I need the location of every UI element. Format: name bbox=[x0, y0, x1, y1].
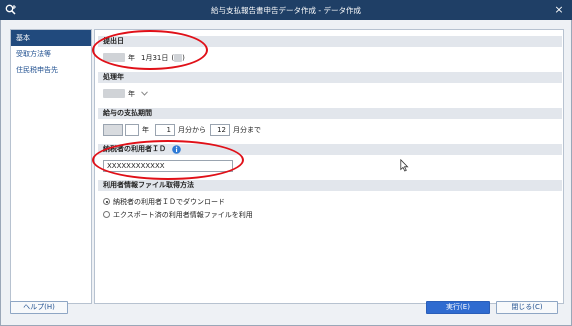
payment-era-field[interactable] bbox=[103, 123, 123, 136]
user-id-header-label: 納税者の利用者ＩＤ bbox=[103, 145, 166, 153]
title-bar: 給与支払報告書申告データ作成 - データ作成 × bbox=[0, 0, 572, 20]
end-month-suffix: 月分まで bbox=[233, 125, 261, 134]
radio-download[interactable]: 納税者の利用者ＩＤでダウンロード bbox=[103, 195, 225, 208]
sidebar-item-receipt-method[interactable]: 受取方法等 bbox=[11, 46, 91, 62]
radio-download-label: 納税者の利用者ＩＤでダウンロード bbox=[113, 197, 225, 206]
close-button[interactable]: 閉じる(C) bbox=[496, 301, 558, 314]
submission-month-day: 1月31日 bbox=[141, 53, 169, 62]
dialog-body: 基本 受取方法等 住民税申告先 提出日 年 1月31日 ( ) 処理年 年 給与… bbox=[0, 20, 572, 326]
sidebar: 基本 受取方法等 住民税申告先 bbox=[10, 29, 92, 304]
info-icon[interactable] bbox=[172, 144, 182, 154]
processing-year-dropdown[interactable]: 年 bbox=[103, 87, 148, 100]
close-icon[interactable]: × bbox=[552, 3, 566, 17]
submission-date-row: 年 1月31日 ( ) bbox=[103, 51, 185, 64]
settings-panel: 提出日 年 1月31日 ( ) 処理年 年 給与の支払期間 年 1 月分から 1… bbox=[94, 29, 564, 304]
submission-date-header: 提出日 bbox=[98, 36, 562, 47]
window-title: 給与支払報告書申告データ作成 - データ作成 bbox=[211, 6, 361, 15]
user-id-row: XXXXXXXXXXXX bbox=[103, 159, 233, 172]
run-button[interactable]: 実行(E) bbox=[426, 301, 490, 314]
processing-year-header: 処理年 bbox=[98, 72, 562, 83]
user-info-method-header: 利用者情報ファイル取得方法 bbox=[98, 180, 562, 191]
payment-period-row: 年 1 月分から 12 月分まで bbox=[103, 123, 264, 136]
payment-year-suffix: 年 bbox=[142, 125, 149, 134]
chevron-down-icon[interactable] bbox=[141, 91, 148, 96]
mouse-pointer-icon bbox=[400, 159, 409, 172]
radio-use-exported-label: エクスポート済の利用者情報ファイルを利用 bbox=[113, 210, 253, 219]
help-button[interactable]: ヘルプ(H) bbox=[10, 301, 68, 314]
sidebar-item-basic[interactable]: 基本 bbox=[11, 30, 91, 46]
weekday-value bbox=[174, 53, 183, 62]
user-id-input[interactable]: XXXXXXXXXXXX bbox=[103, 159, 233, 172]
payment-period-header: 給与の支払期間 bbox=[98, 108, 562, 119]
processing-year-suffix: 年 bbox=[128, 89, 135, 98]
processing-year-value bbox=[103, 89, 125, 98]
submission-year-value bbox=[103, 53, 125, 62]
submission-year-suffix: 年 bbox=[128, 53, 135, 62]
sidebar-item-resident-tax-destination[interactable]: 住民税申告先 bbox=[11, 62, 91, 78]
payment-year-field[interactable] bbox=[125, 123, 139, 136]
radio-download-button[interactable] bbox=[103, 198, 110, 205]
weekday-close: ) bbox=[182, 53, 185, 62]
end-month-field[interactable]: 12 bbox=[210, 123, 230, 136]
start-month-field[interactable]: 1 bbox=[155, 123, 175, 136]
radio-use-exported-file[interactable]: エクスポート済の利用者情報ファイルを利用 bbox=[103, 208, 253, 221]
user-id-header: 納税者の利用者ＩＤ bbox=[98, 144, 562, 155]
radio-use-exported-button[interactable] bbox=[103, 211, 110, 218]
start-month-suffix: 月分から bbox=[178, 125, 206, 134]
